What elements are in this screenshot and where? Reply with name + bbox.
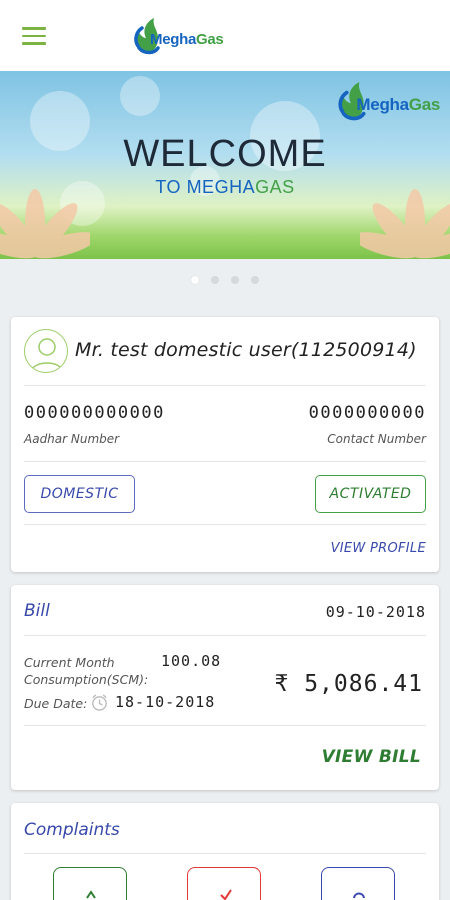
complaints-title: Complaints [24,820,120,840]
history-icon [353,892,365,899]
consumption-label: Current Month [24,655,115,670]
bill-card: Bill 09-10-2018 Current Month Consumptio… [11,585,439,790]
banner-sub-gas: GAS [255,177,295,197]
check-icon [220,889,232,900]
logo-text-megha: Megha [150,30,197,48]
new-complaint-button[interactable] [53,867,127,900]
banner-logo-text: MeghaGas [356,95,440,115]
view-bill-button[interactable]: VIEW BILL [322,747,421,767]
divider [24,635,426,636]
complaint-history-button[interactable] [321,867,395,900]
menu-icon[interactable] [22,27,46,45]
carousel-dot[interactable] [211,276,219,284]
contact-number-value: 0000000000 [308,403,426,423]
banner-sub-to: TO MEGHA [155,177,256,197]
carousel-dot[interactable] [251,276,259,284]
welcome-banner[interactable]: MeghaGas WELCOME TO MEGHAGAS [0,71,450,259]
carousel-dot[interactable] [231,276,239,284]
contact-number-label: Contact Number [327,432,426,446]
divider [24,725,426,726]
user-name: Mr. test domestic user(112500914) [75,339,417,361]
view-profile-link[interactable]: VIEW PROFILE [331,541,426,556]
bill-title: Bill [24,601,50,621]
app-logo: MeghaGas [130,14,224,58]
due-date-label: Due Date: [24,696,88,711]
consumption-value: 100.08 [161,652,222,670]
aadhar-number-label: Aadhar Number [24,432,120,446]
logo-text-megha: Megha [356,95,409,114]
divider [24,385,426,386]
logo-text-gas: Gas [196,30,224,48]
avatar-icon [24,329,68,373]
bill-date: 09-10-2018 [325,603,426,621]
connection-type-badge: DOMESTIC [24,475,135,513]
aadhar-number-value: 000000000000 [24,403,165,423]
complaints-card: Complaints [11,803,439,900]
banner-logo: MeghaGas [334,79,440,123]
banner-welcome-subtitle: TO MEGHAGAS [0,177,450,198]
complaint-add-icon [86,890,96,899]
status-badge: ACTIVATED [315,475,426,513]
logo-text-gas: Gas [408,95,441,114]
consumption-label-2: Consumption(SCM): [24,672,149,687]
app-bar: MeghaGas [0,0,450,71]
complaint-status-button[interactable] [187,867,261,900]
app-logo-text: MeghaGas [150,30,224,48]
divider [24,461,426,462]
profile-card: Mr. test domestic user(112500914) 000000… [11,317,439,572]
divider [24,853,426,854]
carousel-indicator [0,276,450,284]
carousel-dot[interactable] [191,276,199,284]
clock-icon [92,694,107,711]
divider [24,524,426,525]
due-date-value: 18-10-2018 [115,693,216,711]
banner-welcome-title: WELCOME [123,133,327,175]
bokeh-decoration [120,76,160,116]
bill-amount: ₹ 5,086.41 [274,671,423,697]
